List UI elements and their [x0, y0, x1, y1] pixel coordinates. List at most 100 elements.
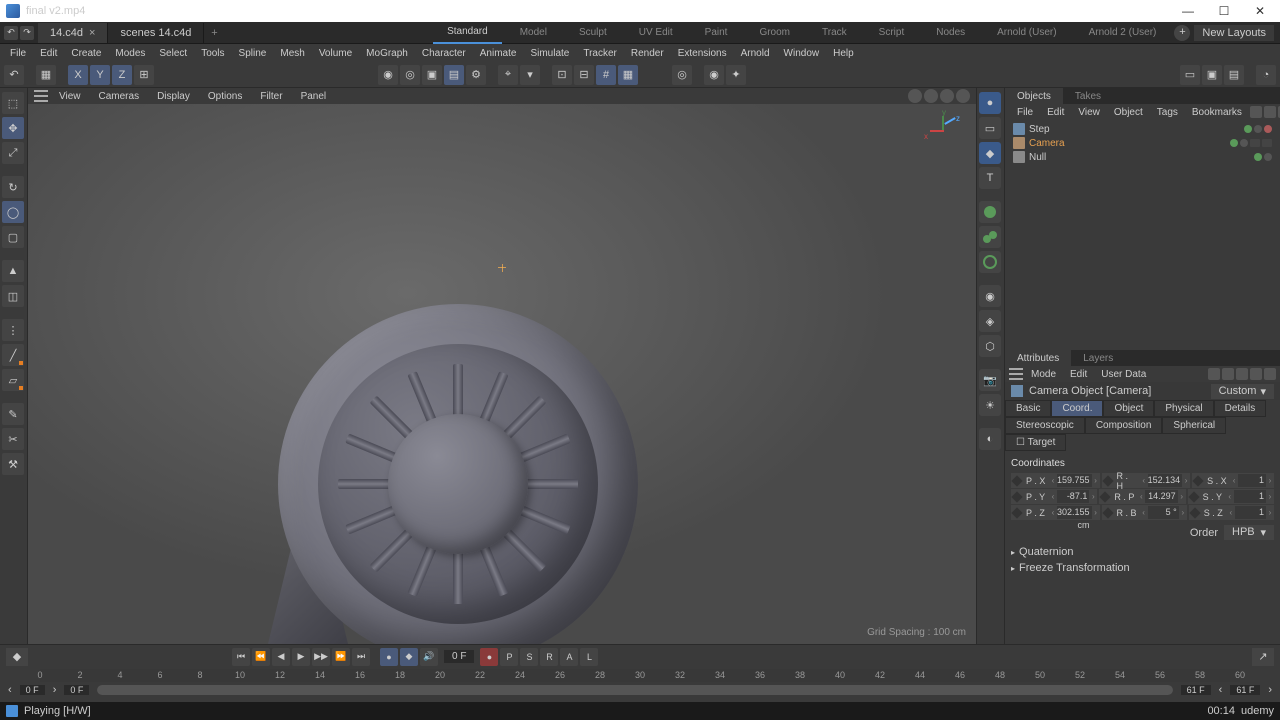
view-options-button[interactable]: ✦ — [726, 65, 746, 85]
layout-tab-groom[interactable]: Groom — [745, 22, 804, 44]
close-tab-icon[interactable]: × — [89, 27, 95, 39]
layout-tab-uvedit[interactable]: UV Edit — [625, 22, 687, 44]
layout-tab-arnold[interactable]: Arnold (User) — [983, 22, 1070, 44]
menu-arnold[interactable]: Arnold — [735, 48, 776, 59]
param-key-button[interactable]: A — [560, 648, 578, 666]
attr-menu-icon[interactable] — [1009, 368, 1023, 380]
render-view-button[interactable]: ◉ — [378, 65, 398, 85]
scale-tool[interactable]: ⤢ — [2, 142, 24, 164]
menu-tools[interactable]: Tools — [195, 48, 230, 59]
menu-character[interactable]: Character — [416, 48, 472, 59]
move-tool[interactable]: ✥ — [2, 117, 24, 139]
quaternion-section[interactable]: ▸Quaternion — [1011, 544, 1274, 560]
batch-render-button[interactable]: ▤ — [1224, 65, 1244, 85]
attr-tab-stereo[interactable]: Stereoscopic — [1005, 417, 1085, 434]
attr-tab-object[interactable]: Object — [1103, 400, 1154, 417]
camera-button[interactable]: 📷 — [979, 369, 1001, 391]
rotate-tool[interactable]: ↻ — [2, 176, 24, 198]
viewport-menu-icon[interactable] — [34, 90, 48, 102]
primitive-plane-button[interactable]: ▭ — [979, 117, 1001, 139]
timeline-expand-button[interactable]: ↗ — [1252, 648, 1274, 666]
attr-menu-userdata[interactable]: User Data — [1095, 369, 1152, 380]
point-mode-tool[interactable]: ⋮ — [2, 319, 24, 341]
menu-animate[interactable]: Animate — [474, 48, 523, 59]
text-tool-button[interactable]: T — [979, 167, 1001, 189]
vp-menu-cameras[interactable]: Cameras — [92, 91, 147, 102]
menu-help[interactable]: Help — [827, 48, 860, 59]
vp-camera-icon[interactable] — [924, 89, 938, 103]
menu-volume[interactable]: Volume — [313, 48, 358, 59]
vp-shading-icon[interactable] — [908, 89, 922, 103]
layout-tab-paint[interactable]: Paint — [691, 22, 742, 44]
obj-menu-object[interactable]: Object — [1108, 107, 1149, 118]
knife-tool[interactable]: ✂ — [2, 428, 24, 450]
menu-edit[interactable]: Edit — [34, 48, 63, 59]
layout-tab-sculpt[interactable]: Sculpt — [565, 22, 621, 44]
obj-menu-bookmarks[interactable]: Bookmarks — [1186, 107, 1248, 118]
primitive-cube-button[interactable]: ◆ — [979, 142, 1001, 164]
misc-tool[interactable]: ⚒ — [2, 453, 24, 475]
deformer-button[interactable] — [979, 226, 1001, 248]
primitive-sphere-button[interactable]: ● — [979, 92, 1001, 114]
polygon-mode-tool[interactable]: ▱ — [2, 369, 24, 391]
goto-prev-key-button[interactable]: ⏪ — [252, 648, 270, 666]
coord-sx[interactable]: S . X‹1› — [1192, 473, 1274, 488]
object-tree[interactable]: Step Camera Null — [1005, 120, 1280, 350]
attr-up-icon[interactable] — [1222, 368, 1234, 380]
menu-extensions[interactable]: Extensions — [672, 48, 733, 59]
file-tab-active[interactable]: 14.c4d × — [38, 23, 108, 43]
attributes-tab[interactable]: Attributes — [1005, 350, 1071, 366]
attr-mode-select[interactable]: Custom▾ — [1211, 384, 1274, 399]
tag-button[interactable]: ◈ — [979, 310, 1001, 332]
picture-viewer-button[interactable]: ▭ — [1180, 65, 1200, 85]
vp-menu-panel[interactable]: Panel — [294, 91, 334, 102]
render-queue-button[interactable]: ⚙ — [466, 65, 486, 85]
layout-tab-nodes[interactable]: Nodes — [922, 22, 979, 44]
close-button[interactable]: ✕ — [1246, 1, 1274, 21]
goto-start-button[interactable]: ⏮ — [232, 648, 250, 666]
freeze-transform-section[interactable]: ▸Freeze Transformation — [1011, 560, 1274, 576]
attr-tab-physical[interactable]: Physical — [1154, 400, 1213, 417]
object-row-step[interactable]: Step — [1009, 122, 1276, 136]
object-row-null[interactable]: Null — [1009, 150, 1276, 164]
menu-mograph[interactable]: MoGraph — [360, 48, 414, 59]
autokey-button[interactable]: ◆ — [400, 648, 418, 666]
frame-tool[interactable]: ▢ — [2, 226, 24, 248]
record-keyframe-button[interactable]: ● — [380, 648, 398, 666]
vp-menu-display[interactable]: Display — [150, 91, 197, 102]
attr-new-icon[interactable] — [1250, 368, 1262, 380]
preview-start-field[interactable]: 0 F — [64, 685, 89, 695]
record-button[interactable]: ● — [480, 648, 498, 666]
view-settings-button[interactable]: ◉ — [704, 65, 724, 85]
vp-menu-filter[interactable]: Filter — [253, 91, 289, 102]
layout-tab-arnold2[interactable]: Arnold 2 (User) — [1075, 22, 1171, 44]
obj-search-icon[interactable] — [1250, 106, 1262, 118]
add-layout-button[interactable]: + — [1174, 25, 1190, 41]
undo-button[interactable]: ↶ — [4, 65, 24, 85]
attr-menu-mode[interactable]: Mode — [1025, 369, 1062, 380]
undo-history-icon[interactable]: ↶ — [4, 26, 18, 40]
content-browser-button[interactable]: ◔ — [1256, 65, 1276, 85]
menu-select[interactable]: Select — [153, 48, 193, 59]
add-tab-button[interactable]: + — [204, 27, 224, 39]
light-button[interactable]: ☀ — [979, 394, 1001, 416]
field-button[interactable]: ◉ — [979, 285, 1001, 307]
workplane-button[interactable]: ⊡ — [552, 65, 572, 85]
menu-render[interactable]: Render — [625, 48, 670, 59]
coord-rh[interactable]: R . H‹152.134 °› — [1102, 473, 1191, 488]
goto-end-button[interactable]: ⏭ — [352, 648, 370, 666]
scene-button[interactable]: ⬡ — [979, 335, 1001, 357]
snap-settings-button[interactable]: ▾ — [520, 65, 540, 85]
menu-window[interactable]: Window — [778, 48, 826, 59]
pos-key-button[interactable]: P — [500, 648, 518, 666]
coord-rp[interactable]: R . P‹14.297 °› — [1099, 489, 1185, 504]
pla-key-button[interactable]: L — [580, 648, 598, 666]
obj-menu-tags[interactable]: Tags — [1151, 107, 1184, 118]
layout-tab-script[interactable]: Script — [865, 22, 919, 44]
attr-tab-spherical[interactable]: Spherical — [1162, 417, 1226, 434]
quantize-button[interactable]: # — [596, 65, 616, 85]
order-select[interactable]: HPB▾ — [1224, 525, 1274, 540]
timeline-collapse-button[interactable]: ◆ — [6, 648, 28, 666]
play-backward-button[interactable]: ▶ — [292, 648, 310, 666]
redo-history-icon[interactable]: ↷ — [20, 26, 34, 40]
